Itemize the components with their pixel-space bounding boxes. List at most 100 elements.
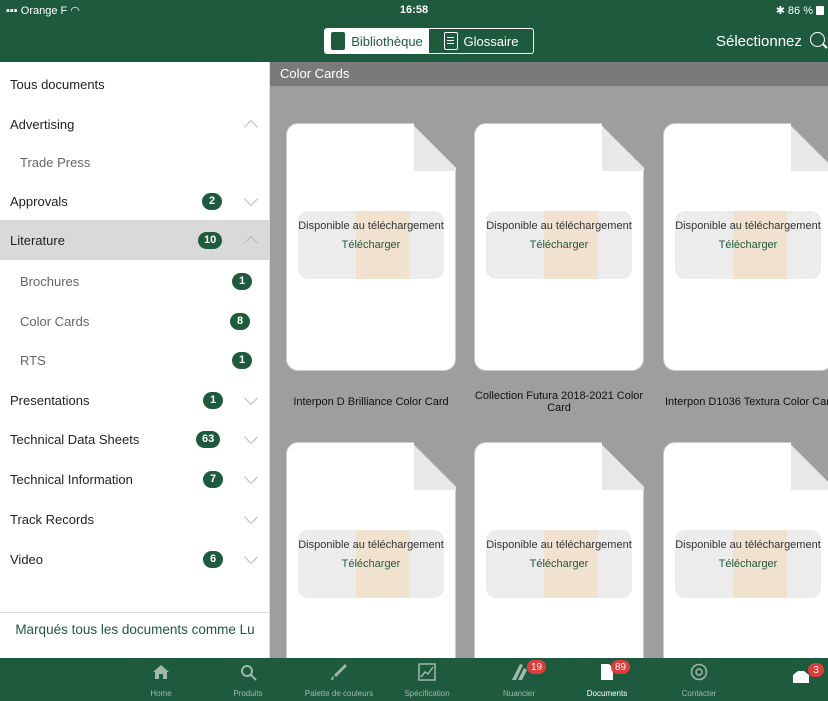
availability-text: Disponible au téléchargement (486, 539, 632, 551)
document-card[interactable]: Disponible au téléchargement Télécharger (663, 442, 828, 658)
availability-text: Disponible au téléchargement (298, 539, 444, 551)
count-badge: 8 (230, 312, 250, 330)
sidebar-item-advertising[interactable]: Advertising (0, 104, 270, 144)
chevron-up-icon[interactable] (243, 235, 259, 251)
sidebar-item-label: Trade Press (20, 154, 91, 170)
page-fold (791, 123, 828, 171)
sidebar-item-label: Advertising (10, 116, 75, 132)
bottom-tab-bar: Home Produits Palette de couleurs Spécif… (0, 658, 828, 701)
download-button[interactable]: Télécharger (298, 239, 444, 251)
document-card[interactable]: Disponible au téléchargement Télécharger (474, 442, 644, 658)
document-title: Collection Futura 2018-2021 Color Card (474, 390, 644, 414)
segment-glossaire[interactable]: Glossaire (429, 29, 533, 53)
sidebar-divider (0, 612, 270, 613)
sidebar-item-label: Presentations (10, 392, 90, 408)
page-fold (602, 442, 644, 490)
availability-text: Disponible au téléchargement (675, 539, 821, 551)
tab-home[interactable]: Home (115, 658, 207, 701)
notification-badge: 3 (808, 663, 824, 677)
sidebar-item-approvals[interactable]: Approvals 2 (0, 181, 270, 221)
tab-nuancier[interactable]: 19 Nuancier (473, 658, 565, 701)
tab-documents[interactable]: 89 Documents (561, 658, 653, 701)
clock: 16:58 (399, 4, 429, 16)
sidebar-item-literature[interactable]: Literature 10 (0, 220, 270, 260)
book-icon (331, 32, 346, 50)
tab-produits[interactable]: Produits (202, 658, 294, 701)
notification-badge: 89 (611, 660, 631, 674)
count-badge: 1 (232, 272, 252, 290)
category-sidebar: Tous documents Advertising Trade Press A… (0, 62, 270, 658)
navigation-bar: Bibliothèque Glossaire Sélectionnez (0, 20, 828, 62)
chevron-down-icon[interactable] (243, 549, 259, 565)
battery-status: ✱ 86 % (776, 4, 824, 17)
battery-percent: 86 % (787, 4, 813, 17)
sidebar-item-track-records[interactable]: Track Records (0, 499, 270, 539)
status-bar: ▪▪▪ Orange F ◠ 16:58 ✱ 86 % (0, 0, 828, 20)
download-button[interactable]: Télécharger (298, 558, 444, 570)
tab-specification[interactable]: Spécification (381, 658, 473, 701)
document-title: Interpon D Brilliance Color Card (293, 396, 449, 408)
document-card[interactable]: Disponible au téléchargement Télécharger (286, 123, 456, 371)
spec-icon (418, 663, 436, 681)
chevron-down-icon[interactable] (243, 509, 259, 525)
download-button[interactable]: Télécharger (675, 558, 821, 570)
sidebar-item-color-cards[interactable]: Color Cards 8 (0, 301, 270, 341)
sidebar-item-all-documents[interactable]: Tous documents (0, 64, 270, 104)
segment-label: Glossaire (463, 33, 519, 49)
sidebar-item-label: Color Cards (20, 313, 90, 329)
download-panel: Disponible au téléchargement Télécharger (675, 211, 821, 279)
sidebar-item-label: Brochures (20, 273, 80, 289)
tab-inbox[interactable]: 3 (736, 658, 828, 701)
mark-all-read-button[interactable]: Marqués tous les documents comme Lu (0, 622, 270, 637)
sidebar-item-technical-data-sheets[interactable]: Technical Data Sheets 63 (0, 419, 270, 459)
select-button[interactable]: Sélectionnez (716, 33, 802, 50)
document-card[interactable]: Disponible au téléchargement Télécharger (286, 442, 456, 658)
search-icon[interactable] (810, 32, 825, 47)
document-card[interactable]: Disponible au téléchargement Télécharger (663, 123, 828, 371)
tab-palette-de-couleurs[interactable]: Palette de couleurs (293, 658, 385, 701)
count-badge: 2 (202, 192, 222, 210)
products-icon (241, 665, 257, 681)
chevron-down-icon[interactable] (243, 469, 259, 485)
section-header: Color Cards (270, 62, 828, 86)
count-badge: 63 (196, 430, 221, 448)
sidebar-item-brochures[interactable]: Brochures 1 (0, 261, 270, 301)
tab-label: Spécification (404, 689, 450, 698)
sidebar-item-technical-information[interactable]: Technical Information 7 (0, 459, 270, 499)
document-card[interactable]: Disponible au téléchargement Télécharger (474, 123, 644, 371)
download-panel: Disponible au téléchargement Télécharger (675, 530, 821, 598)
download-panel: Disponible au téléchargement Télécharger (486, 530, 632, 598)
sidebar-item-video[interactable]: Video 6 (0, 539, 270, 579)
download-panel: Disponible au téléchargement Télécharger (298, 211, 444, 279)
page-fold (414, 442, 456, 490)
sidebar-item-rts[interactable]: RTS 1 (0, 340, 270, 380)
chevron-down-icon[interactable] (243, 390, 259, 406)
sidebar-item-presentations[interactable]: Presentations 1 (0, 380, 270, 420)
segment-bibliotheque[interactable]: Bibliothèque (325, 29, 429, 53)
notification-badge: 19 (527, 660, 547, 674)
chevron-down-icon[interactable] (243, 191, 259, 207)
battery-icon (816, 6, 824, 15)
sidebar-item-label: Tous documents (10, 76, 105, 92)
segment-label: Bibliothèque (351, 33, 423, 49)
tab-label: Nuancier (502, 689, 535, 698)
tab-contacter[interactable]: Contacter (653, 658, 745, 701)
tab-label: Documents (586, 689, 628, 698)
download-button[interactable]: Télécharger (486, 558, 632, 570)
count-badge: 10 (198, 231, 223, 249)
tab-label: Produits (233, 689, 263, 698)
chevron-down-icon[interactable] (243, 429, 259, 445)
page-fold (414, 123, 456, 171)
sidebar-item-label: Technical Data Sheets (10, 431, 140, 447)
download-button[interactable]: Télécharger (486, 239, 632, 251)
sidebar-item-trade-press[interactable]: Trade Press (0, 142, 270, 182)
chevron-up-icon[interactable] (243, 119, 259, 135)
home-icon (153, 665, 169, 679)
tab-label: Contacter (681, 689, 717, 698)
download-button[interactable]: Télécharger (675, 239, 821, 251)
sidebar-item-label: Track Records (10, 511, 95, 527)
tab-label: Palette de couleurs (304, 689, 374, 698)
contact-icon (690, 663, 708, 681)
sidebar-item-label: Video (10, 551, 44, 567)
sidebar-item-label: Technical Information (10, 471, 133, 487)
